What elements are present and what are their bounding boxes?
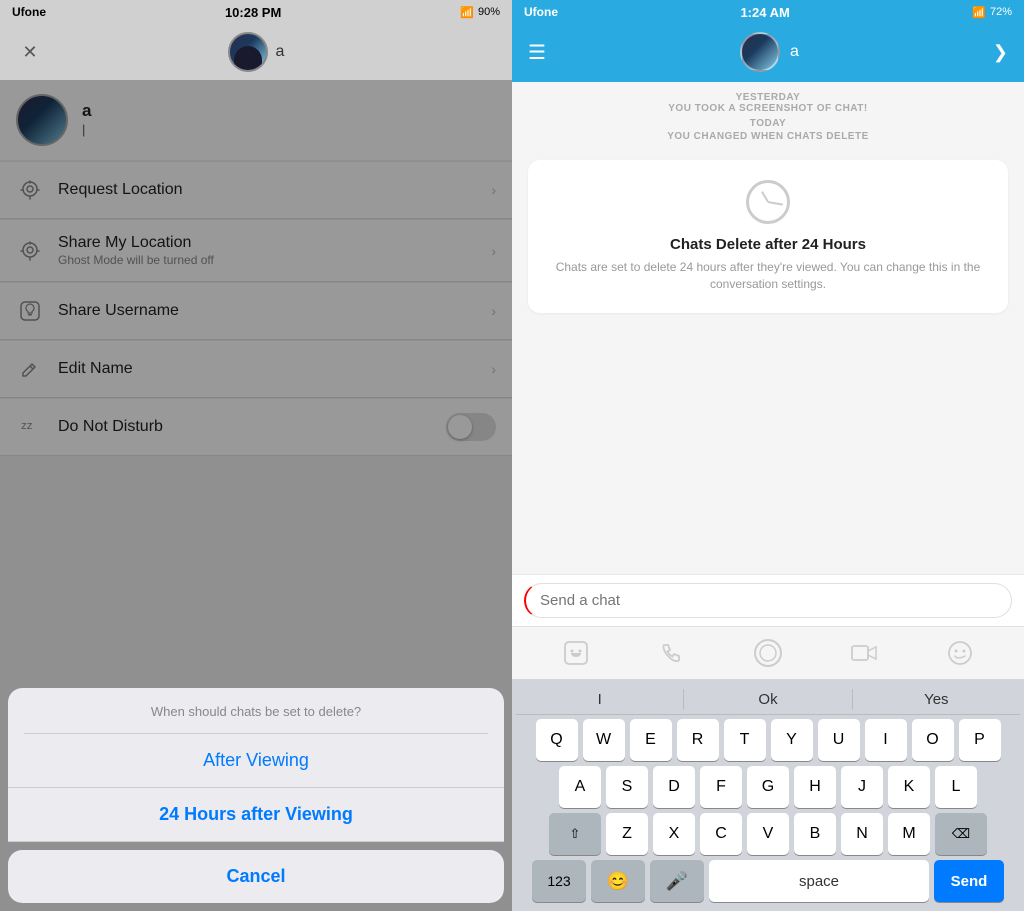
delete-key[interactable]: ⌫ xyxy=(935,813,987,855)
key-u[interactable]: U xyxy=(818,719,860,761)
action-sheet-overlay: When should chats be set to delete? Afte… xyxy=(0,80,512,911)
battery-right: 72% xyxy=(990,6,1012,18)
key-t[interactable]: T xyxy=(724,719,766,761)
action-sheet-option-24-hours[interactable]: 24 Hours after Viewing xyxy=(8,788,504,842)
suggestion-ok[interactable]: Ok xyxy=(684,689,852,710)
key-e[interactable]: E xyxy=(630,719,672,761)
camera-capture-icon[interactable] xyxy=(750,635,786,671)
chat-action-icons xyxy=(512,626,1024,679)
time-left: 10:28 PM xyxy=(225,5,281,20)
yesterday-label: YESTERDAY xyxy=(528,92,1008,103)
keyboard-row-3: ⇧ Z X C V B N M ⌫ xyxy=(516,813,1020,855)
action-sheet-option-after-viewing[interactable]: After Viewing xyxy=(8,734,504,788)
key-j[interactable]: J xyxy=(841,766,883,808)
space-key[interactable]: space xyxy=(709,860,929,902)
status-bar-left: Ufone 10:28 PM 📶 90% xyxy=(0,0,512,24)
time-right: 1:24 AM xyxy=(740,5,789,20)
emoji-icon[interactable] xyxy=(942,635,978,671)
shift-key[interactable]: ⇧ xyxy=(549,813,601,855)
changed-notice: YOU CHANGED WHEN CHATS DELETE xyxy=(528,131,1008,142)
suggestion-i[interactable]: I xyxy=(516,689,684,710)
key-y[interactable]: Y xyxy=(771,719,813,761)
nav-center-right: a xyxy=(740,32,799,72)
nav-bar-left: ✕ a xyxy=(0,24,512,80)
wifi-icon: 📶 xyxy=(460,6,474,19)
avatar-silhouette xyxy=(234,46,262,72)
numbers-key[interactable]: 123 xyxy=(532,860,586,902)
hamburger-menu-icon[interactable]: ☰ xyxy=(528,40,546,65)
action-sheet-question-block: When should chats be set to delete? xyxy=(8,688,504,734)
status-icons-left: 📶 90% xyxy=(460,6,500,19)
key-h[interactable]: H xyxy=(794,766,836,808)
chat-input-area xyxy=(512,574,1024,626)
key-w[interactable]: W xyxy=(583,719,625,761)
bubble-desc: Chats are set to delete 24 hours after t… xyxy=(544,259,992,293)
avatar-right xyxy=(740,32,780,72)
bubble-title: Chats Delete after 24 Hours xyxy=(670,236,866,253)
key-n[interactable]: N xyxy=(841,813,883,855)
clock-minute-hand xyxy=(768,201,783,206)
carrier-right: Ufone xyxy=(524,5,558,19)
nav-name-right: a xyxy=(790,43,799,61)
key-b[interactable]: B xyxy=(794,813,836,855)
24-hours-label: 24 Hours after Viewing xyxy=(159,804,353,824)
screenshot-notice: YOU TOOK A SCREENSHOT OF CHAT! xyxy=(528,103,1008,114)
close-button[interactable]: ✕ xyxy=(16,38,44,66)
action-sheet-question-text: When should chats be set to delete? xyxy=(24,704,488,734)
send-key[interactable]: Send xyxy=(934,860,1004,902)
suggestion-yes[interactable]: Yes xyxy=(853,689,1020,710)
status-bar-right: Ufone 1:24 AM 📶 72% xyxy=(512,0,1024,24)
key-v[interactable]: V xyxy=(747,813,789,855)
left-panel: Ufone 10:28 PM 📶 90% ✕ a a | xyxy=(0,0,512,911)
chat-area: YESTERDAY YOU TOOK A SCREENSHOT OF CHAT!… xyxy=(512,82,1024,574)
key-c[interactable]: C xyxy=(700,813,742,855)
keyboard-row-2: A S D F G H J K L xyxy=(516,766,1020,808)
close-icon: ✕ xyxy=(22,42,37,63)
mic-key[interactable]: 🎤 xyxy=(650,860,704,902)
key-d[interactable]: D xyxy=(653,766,695,808)
video-icon[interactable] xyxy=(846,635,882,671)
chat-input-field[interactable] xyxy=(524,583,1012,618)
carrier-left: Ufone xyxy=(12,5,46,19)
chat-delete-card: Chats Delete after 24 Hours Chats are se… xyxy=(528,160,1008,313)
key-a[interactable]: A xyxy=(559,766,601,808)
keyboard-suggestions: I Ok Yes xyxy=(516,685,1020,715)
nav-chevron-right-icon[interactable]: ❯ xyxy=(993,42,1008,63)
today-label: TODAY xyxy=(528,118,1008,129)
menu-content: a | Request Location › xyxy=(0,80,512,911)
key-q[interactable]: Q xyxy=(536,719,578,761)
key-s[interactable]: S xyxy=(606,766,648,808)
key-m[interactable]: M xyxy=(888,813,930,855)
cancel-label: Cancel xyxy=(226,866,285,886)
key-x[interactable]: X xyxy=(653,813,695,855)
emoji-keyboard-key[interactable]: 😊 xyxy=(591,860,645,902)
nav-center-left: a xyxy=(228,32,285,72)
keyboard-row-4: 123 😊 🎤 space Send xyxy=(516,860,1020,902)
right-panel: Ufone 1:24 AM 📶 72% ☰ a ❯ YESTERDAY YOU … xyxy=(512,0,1024,911)
action-sheet: When should chats be set to delete? Afte… xyxy=(8,688,504,903)
nav-bar-right: ☰ a ❯ xyxy=(512,24,1024,82)
status-icons-right: 📶 72% xyxy=(972,6,1012,19)
action-sheet-cancel-button[interactable]: Cancel xyxy=(8,850,504,903)
clock-icon xyxy=(746,180,790,224)
after-viewing-label: After Viewing xyxy=(203,750,309,770)
keyboard-row-1: Q W E R T Y U I O P xyxy=(516,719,1020,761)
key-k[interactable]: K xyxy=(888,766,930,808)
keyboard: I Ok Yes Q W E R T Y U I O P A S D F G H… xyxy=(512,679,1024,911)
key-g[interactable]: G xyxy=(747,766,789,808)
key-p[interactable]: P xyxy=(959,719,1001,761)
avatar-left xyxy=(228,32,268,72)
sticker-icon[interactable] xyxy=(558,635,594,671)
nav-name-left: a xyxy=(276,43,285,61)
key-f[interactable]: F xyxy=(700,766,742,808)
battery-left: 90% xyxy=(478,6,500,18)
key-i[interactable]: I xyxy=(865,719,907,761)
key-o[interactable]: O xyxy=(912,719,954,761)
phone-icon[interactable] xyxy=(654,635,690,671)
key-r[interactable]: R xyxy=(677,719,719,761)
key-l[interactable]: L xyxy=(935,766,977,808)
wifi-icon-right: 📶 xyxy=(972,6,986,19)
key-z[interactable]: Z xyxy=(606,813,648,855)
chat-header-info: YESTERDAY YOU TOOK A SCREENSHOT OF CHAT!… xyxy=(512,82,1024,152)
